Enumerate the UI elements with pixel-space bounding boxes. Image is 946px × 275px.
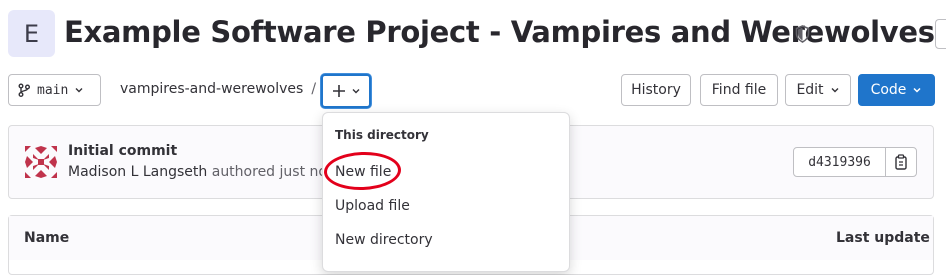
branch-label: main: [37, 82, 69, 98]
dropdown-section-header: This directory: [335, 128, 429, 142]
branch-icon: [18, 83, 30, 97]
commit-sha[interactable]: d4319396: [793, 147, 886, 177]
copy-icon: [895, 154, 907, 170]
chevron-down-icon: [831, 88, 839, 93]
copy-sha-button[interactable]: [885, 147, 917, 177]
commit-author-name[interactable]: Madison L Langseth: [68, 164, 207, 180]
chevron-down-icon: [75, 88, 83, 93]
find-file-button[interactable]: Find file: [700, 74, 778, 106]
project-avatar[interactable]: E: [8, 10, 55, 57]
column-header-last-update: Last update: [836, 230, 930, 246]
breadcrumb: vampires-and-werewolves /: [120, 81, 316, 97]
edit-label: Edit: [796, 82, 824, 98]
breadcrumb-repo[interactable]: vampires-and-werewolves: [120, 81, 303, 97]
code-label: Code: [870, 82, 907, 98]
commit-author-action: authored just now: [211, 164, 339, 180]
history-button[interactable]: History: [621, 74, 691, 106]
commit-title[interactable]: Initial commit: [68, 143, 177, 159]
user-identicon-icon[interactable]: [23, 144, 59, 180]
column-header-name: Name: [24, 230, 70, 246]
menu-item-new-directory[interactable]: New directory: [335, 232, 433, 248]
project-actions-button[interactable]: [935, 19, 946, 49]
code-button[interactable]: Code: [858, 74, 935, 106]
plus-icon: [332, 85, 345, 97]
chevron-down-icon: [913, 87, 921, 93]
commit-author-line: Madison L Langseth authored just now: [68, 164, 338, 180]
shield-icon: [795, 25, 810, 43]
edit-button[interactable]: Edit: [785, 74, 851, 106]
breadcrumb-separator: /: [311, 81, 317, 97]
chevron-down-icon: [352, 89, 359, 94]
branch-switcher[interactable]: main: [8, 74, 101, 106]
add-to-tree-button[interactable]: [321, 74, 371, 108]
menu-item-upload-file[interactable]: Upload file: [335, 198, 410, 214]
